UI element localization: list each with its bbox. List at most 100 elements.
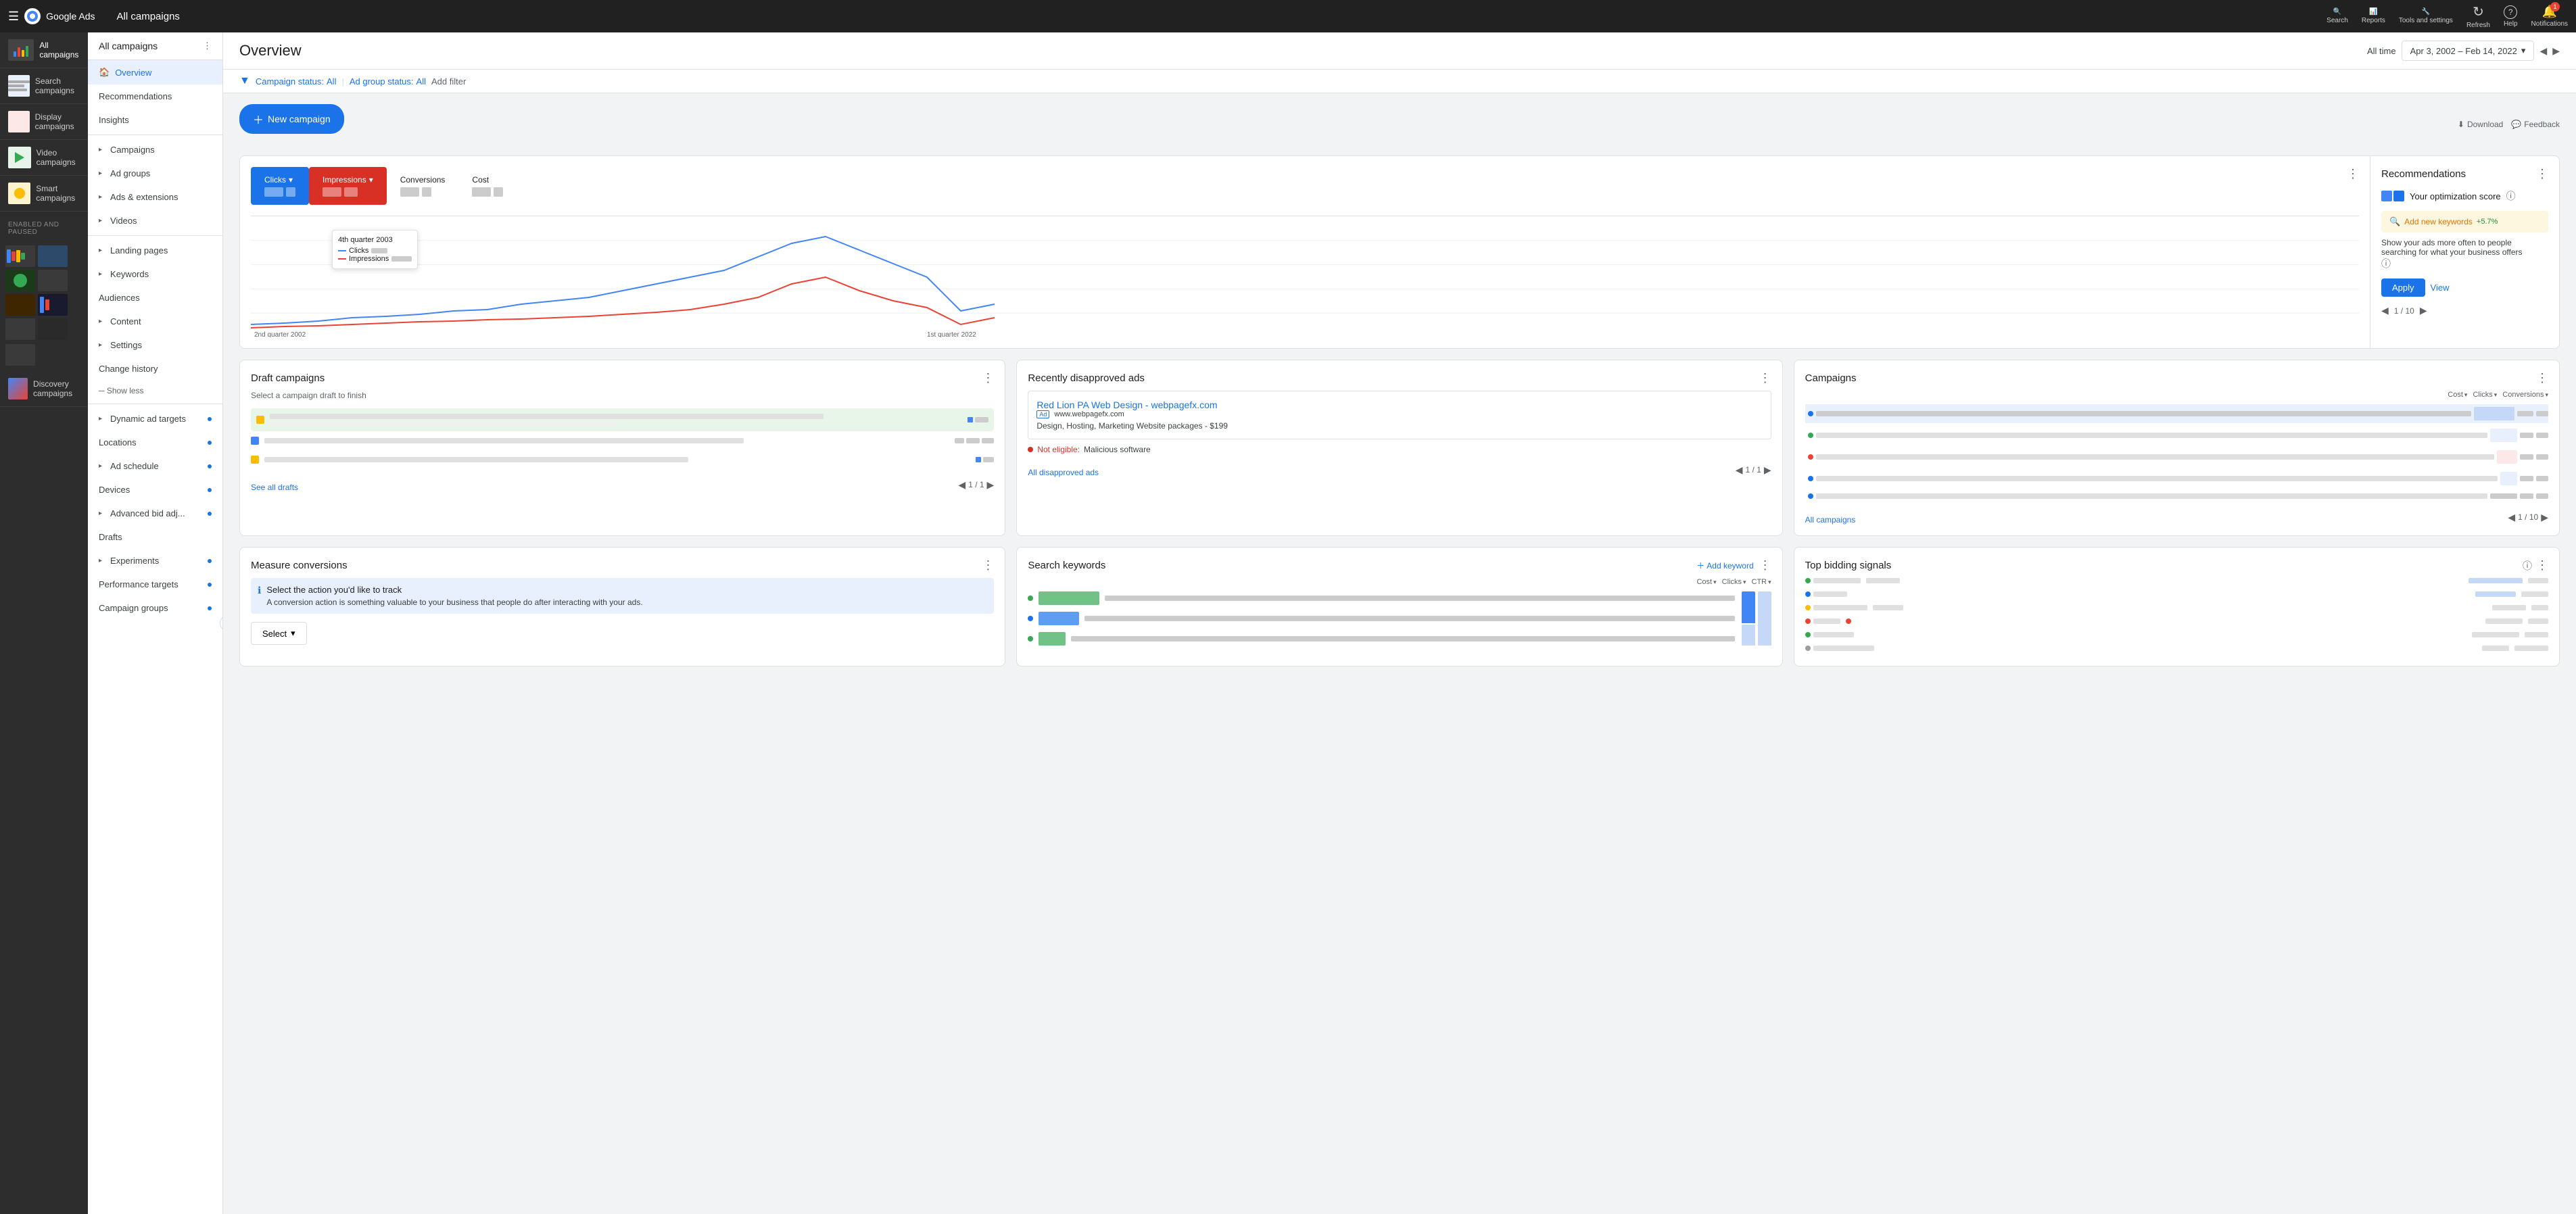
disapproved-ads-more-icon[interactable]: ⋮ bbox=[1759, 371, 1771, 385]
nav-item-devices[interactable]: Devices bbox=[88, 478, 222, 502]
campaigns-summary-more-icon[interactable]: ⋮ bbox=[2536, 371, 2548, 385]
disapproved-prev-button[interactable]: ◀ bbox=[1736, 464, 1743, 476]
campaigns-conversions-col[interactable]: Conversions ▾ bbox=[2502, 391, 2548, 399]
metric-conversions[interactable]: Conversions bbox=[387, 167, 459, 205]
nav-item-audiences[interactable]: Audiences bbox=[88, 286, 222, 310]
bidding-item-3[interactable] bbox=[1805, 605, 2548, 610]
download-button[interactable]: ⬇ Download bbox=[2458, 120, 2503, 129]
nav-item-videos[interactable]: ▸ Videos bbox=[88, 209, 222, 233]
apply-button[interactable]: Apply bbox=[2381, 278, 2425, 297]
keyword-bar-3[interactable] bbox=[1028, 632, 1734, 646]
rec-more-icon[interactable]: ⋮ bbox=[2536, 167, 2548, 181]
bidding-item-2[interactable] bbox=[1805, 591, 2548, 597]
more-options-icon[interactable]: ⋮ bbox=[203, 41, 212, 51]
chart-more-menu[interactable]: ⋮ bbox=[2347, 167, 2359, 205]
add-filter-button[interactable]: Add filter bbox=[431, 76, 466, 87]
sidebar-item-video-campaigns[interactable]: Video campaigns bbox=[0, 140, 88, 176]
metric-cost[interactable]: Cost bbox=[458, 167, 517, 205]
campaign-thumb-10[interactable] bbox=[38, 344, 68, 366]
metric-clicks[interactable]: Clicks ▾ bbox=[251, 167, 309, 205]
campaigns-row-5[interactable] bbox=[1805, 491, 2548, 502]
nav-item-overview[interactable]: 🏠 Overview bbox=[88, 60, 222, 84]
select-button[interactable]: Select ▾ bbox=[251, 622, 307, 645]
metric-impressions[interactable]: Impressions ▾ bbox=[309, 167, 387, 205]
nav-item-locations[interactable]: Locations bbox=[88, 431, 222, 454]
refresh-nav-button[interactable]: ↻ Refresh bbox=[2466, 3, 2490, 29]
campaign-thumb-1[interactable] bbox=[5, 245, 35, 267]
keywords-ctr-col[interactable]: CTR ▾ bbox=[1752, 578, 1771, 586]
bidding-item-1[interactable] bbox=[1805, 578, 2548, 583]
nav-item-campaigns[interactable]: ▸ Campaigns bbox=[88, 138, 222, 162]
campaign-thumb-4[interactable] bbox=[38, 270, 68, 291]
campaigns-row-selected[interactable] bbox=[1805, 404, 2548, 423]
feedback-button[interactable]: 💬 Feedback bbox=[2511, 120, 2560, 129]
app-logo[interactable]: ☰ Google Ads bbox=[8, 8, 95, 24]
top-bidding-help-icon[interactable]: ⓘ bbox=[2523, 559, 2532, 573]
search-keywords-more-icon[interactable]: ⋮ bbox=[1759, 558, 1771, 573]
campaigns-prev-button[interactable]: ◀ bbox=[2508, 512, 2515, 523]
search-nav-button[interactable]: 🔍 Search bbox=[2327, 8, 2348, 24]
add-keyword-button[interactable]: ＋ Add keyword bbox=[1696, 560, 1753, 571]
nav-item-experiments[interactable]: ▸ Experiments bbox=[88, 549, 222, 573]
nav-item-keywords[interactable]: ▸ Keywords bbox=[88, 262, 222, 286]
campaign-thumb-7[interactable] bbox=[5, 318, 35, 340]
rec-prev-button[interactable]: ◀ bbox=[2381, 305, 2389, 316]
ad-group-status-filter[interactable]: Ad group status: All bbox=[350, 76, 426, 87]
nav-item-ad-groups[interactable]: ▸ Ad groups bbox=[88, 162, 222, 185]
draft-item-1[interactable] bbox=[251, 408, 994, 431]
date-range-selector[interactable]: Apr 3, 2002 – Feb 14, 2022 ▾ bbox=[2402, 41, 2535, 61]
nav-item-advanced-bid[interactable]: ▸ Advanced bid adj... bbox=[88, 502, 222, 525]
sidebar-item-discovery-campaigns[interactable]: Discovery campaigns bbox=[0, 371, 88, 407]
campaign-thumb-5[interactable] bbox=[5, 294, 35, 316]
show-less-button[interactable]: ─ Show less bbox=[88, 381, 222, 401]
campaigns-next-button[interactable]: ▶ bbox=[2541, 512, 2548, 523]
nav-item-performance-targets[interactable]: Performance targets bbox=[88, 573, 222, 596]
reports-nav-button[interactable]: 📊 Reports bbox=[2362, 8, 2385, 24]
nav-item-dynamic-ad[interactable]: ▸ Dynamic ad targets bbox=[88, 407, 222, 431]
campaigns-row-3[interactable] bbox=[1805, 447, 2548, 466]
nav-item-recommendations[interactable]: Recommendations bbox=[88, 84, 222, 108]
measure-conversions-more-icon[interactable]: ⋮ bbox=[982, 558, 994, 573]
rec-next-button[interactable]: ▶ bbox=[2420, 305, 2427, 316]
draft-item-3[interactable] bbox=[251, 450, 994, 469]
draft-next-button[interactable]: ▶ bbox=[987, 479, 995, 491]
sidebar-item-all-campaigns[interactable]: All campaigns bbox=[0, 32, 88, 68]
new-campaign-button[interactable]: ＋ New campaign bbox=[239, 104, 344, 134]
notifications-nav-button[interactable]: 🔔1 Notifications bbox=[2531, 5, 2568, 28]
nav-item-landing-pages[interactable]: ▸ Landing pages bbox=[88, 239, 222, 262]
campaign-status-filter[interactable]: Campaign status: All bbox=[256, 76, 337, 87]
rec-help-icon[interactable]: ⓘ bbox=[2381, 258, 2391, 269]
draft-prev-button[interactable]: ◀ bbox=[958, 479, 965, 491]
hamburger-icon[interactable]: ☰ bbox=[8, 9, 19, 24]
help-nav-button[interactable]: ? Help bbox=[2504, 5, 2518, 28]
nav-item-settings[interactable]: ▸ Settings bbox=[88, 333, 222, 357]
nav-item-ads-extensions[interactable]: ▸ Ads & extensions bbox=[88, 185, 222, 209]
nav-item-change-history[interactable]: Change history bbox=[88, 357, 222, 381]
campaign-thumb-6[interactable] bbox=[38, 294, 68, 316]
campaign-thumb-3[interactable] bbox=[5, 270, 35, 291]
sidebar-item-smart-campaigns[interactable]: Smart campaigns bbox=[0, 176, 88, 212]
campaign-thumb-8[interactable] bbox=[38, 318, 68, 340]
sidebar-item-display-campaigns[interactable]: Display campaigns bbox=[0, 104, 88, 140]
bidding-item-4[interactable] bbox=[1805, 618, 2548, 624]
nav-item-drafts[interactable]: Drafts bbox=[88, 525, 222, 549]
campaigns-cost-col[interactable]: Cost ▾ bbox=[2448, 391, 2467, 399]
draft-campaigns-more-icon[interactable]: ⋮ bbox=[982, 371, 994, 385]
keyword-bar-1[interactable] bbox=[1028, 591, 1734, 605]
optimization-score-help-icon[interactable]: ⓘ bbox=[2506, 189, 2516, 203]
campaigns-row-4[interactable] bbox=[1805, 469, 2548, 488]
bidding-item-6[interactable] bbox=[1805, 646, 2548, 651]
campaign-thumb-2[interactable] bbox=[38, 245, 68, 267]
tools-nav-button[interactable]: 🔧 Tools and settings bbox=[2399, 8, 2453, 24]
sidebar-item-search-campaigns[interactable]: Search campaigns bbox=[0, 68, 88, 104]
date-prev-button[interactable]: ◀ bbox=[2539, 45, 2547, 57]
all-campaigns-link[interactable]: All campaigns bbox=[1805, 515, 1856, 525]
draft-item-2[interactable] bbox=[251, 431, 994, 450]
keyword-bar-2[interactable] bbox=[1028, 612, 1734, 625]
nav-item-insights[interactable]: Insights bbox=[88, 108, 222, 132]
date-next-button[interactable]: ▶ bbox=[2552, 45, 2560, 57]
all-disapproved-ads-link[interactable]: All disapproved ads bbox=[1028, 468, 1099, 477]
bidding-item-5[interactable] bbox=[1805, 632, 2548, 637]
keywords-clicks-col[interactable]: Clicks ▾ bbox=[1722, 578, 1746, 586]
nav-item-campaign-groups[interactable]: Campaign groups bbox=[88, 596, 222, 620]
